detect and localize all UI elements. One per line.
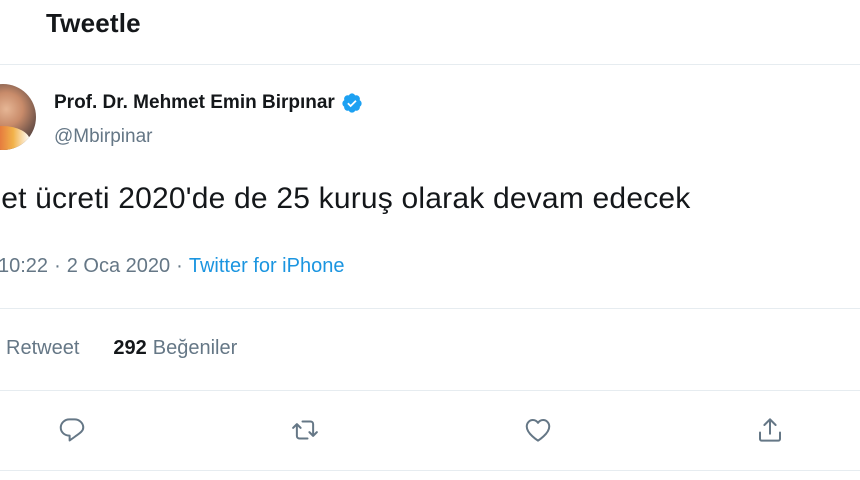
tweet-time[interactable]: 10:22 (0, 255, 48, 277)
retweets-stat[interactable]: Retweet (6, 337, 79, 360)
tweet-source-link[interactable]: Twitter for iPhone (189, 255, 345, 277)
actions-divider (0, 470, 860, 471)
stats-divider (0, 390, 860, 391)
reply-icon (57, 415, 87, 450)
tweet-meta: 10:22 · 2 Oca 2020 · Twitter for iPhone (0, 255, 344, 278)
author-name-row[interactable]: Prof. Dr. Mehmet Emin Birpınar (54, 92, 363, 114)
retweet-icon (290, 415, 320, 450)
avatar[interactable] (0, 84, 36, 150)
meta-divider (0, 308, 860, 309)
meta-separator: · (54, 255, 61, 277)
meta-separator-2: · (176, 255, 183, 277)
retweet-button[interactable] (285, 412, 325, 452)
share-button[interactable] (750, 412, 790, 452)
author-display-name[interactable]: Prof. Dr. Mehmet Emin Birpınar (54, 92, 335, 114)
share-icon (755, 415, 785, 450)
tweet-page: Tweetle Prof. Dr. Mehmet Emin Birpınar @… (0, 0, 860, 480)
like-button[interactable] (518, 412, 558, 452)
author-handle[interactable]: @Mbirpinar (54, 126, 152, 148)
page-title: Tweetle (46, 8, 141, 38)
reply-button[interactable] (52, 412, 92, 452)
tweet-text: şet ücreti 2020'de de 25 kuruş olarak de… (0, 182, 691, 215)
tweet-stats: Retweet 292 Beğeniler (6, 337, 271, 360)
tweet-date[interactable]: 2 Oca 2020 (67, 255, 170, 277)
likes-label: Beğeniler (152, 337, 238, 359)
like-icon (523, 415, 553, 450)
likes-stat[interactable]: 292 Beğeniler (113, 337, 237, 360)
likes-count: 292 (113, 337, 147, 359)
avatar-image-detail (0, 126, 30, 150)
header-divider (0, 64, 860, 65)
retweets-label: Retweet (6, 337, 80, 359)
verified-badge-icon (341, 92, 363, 114)
